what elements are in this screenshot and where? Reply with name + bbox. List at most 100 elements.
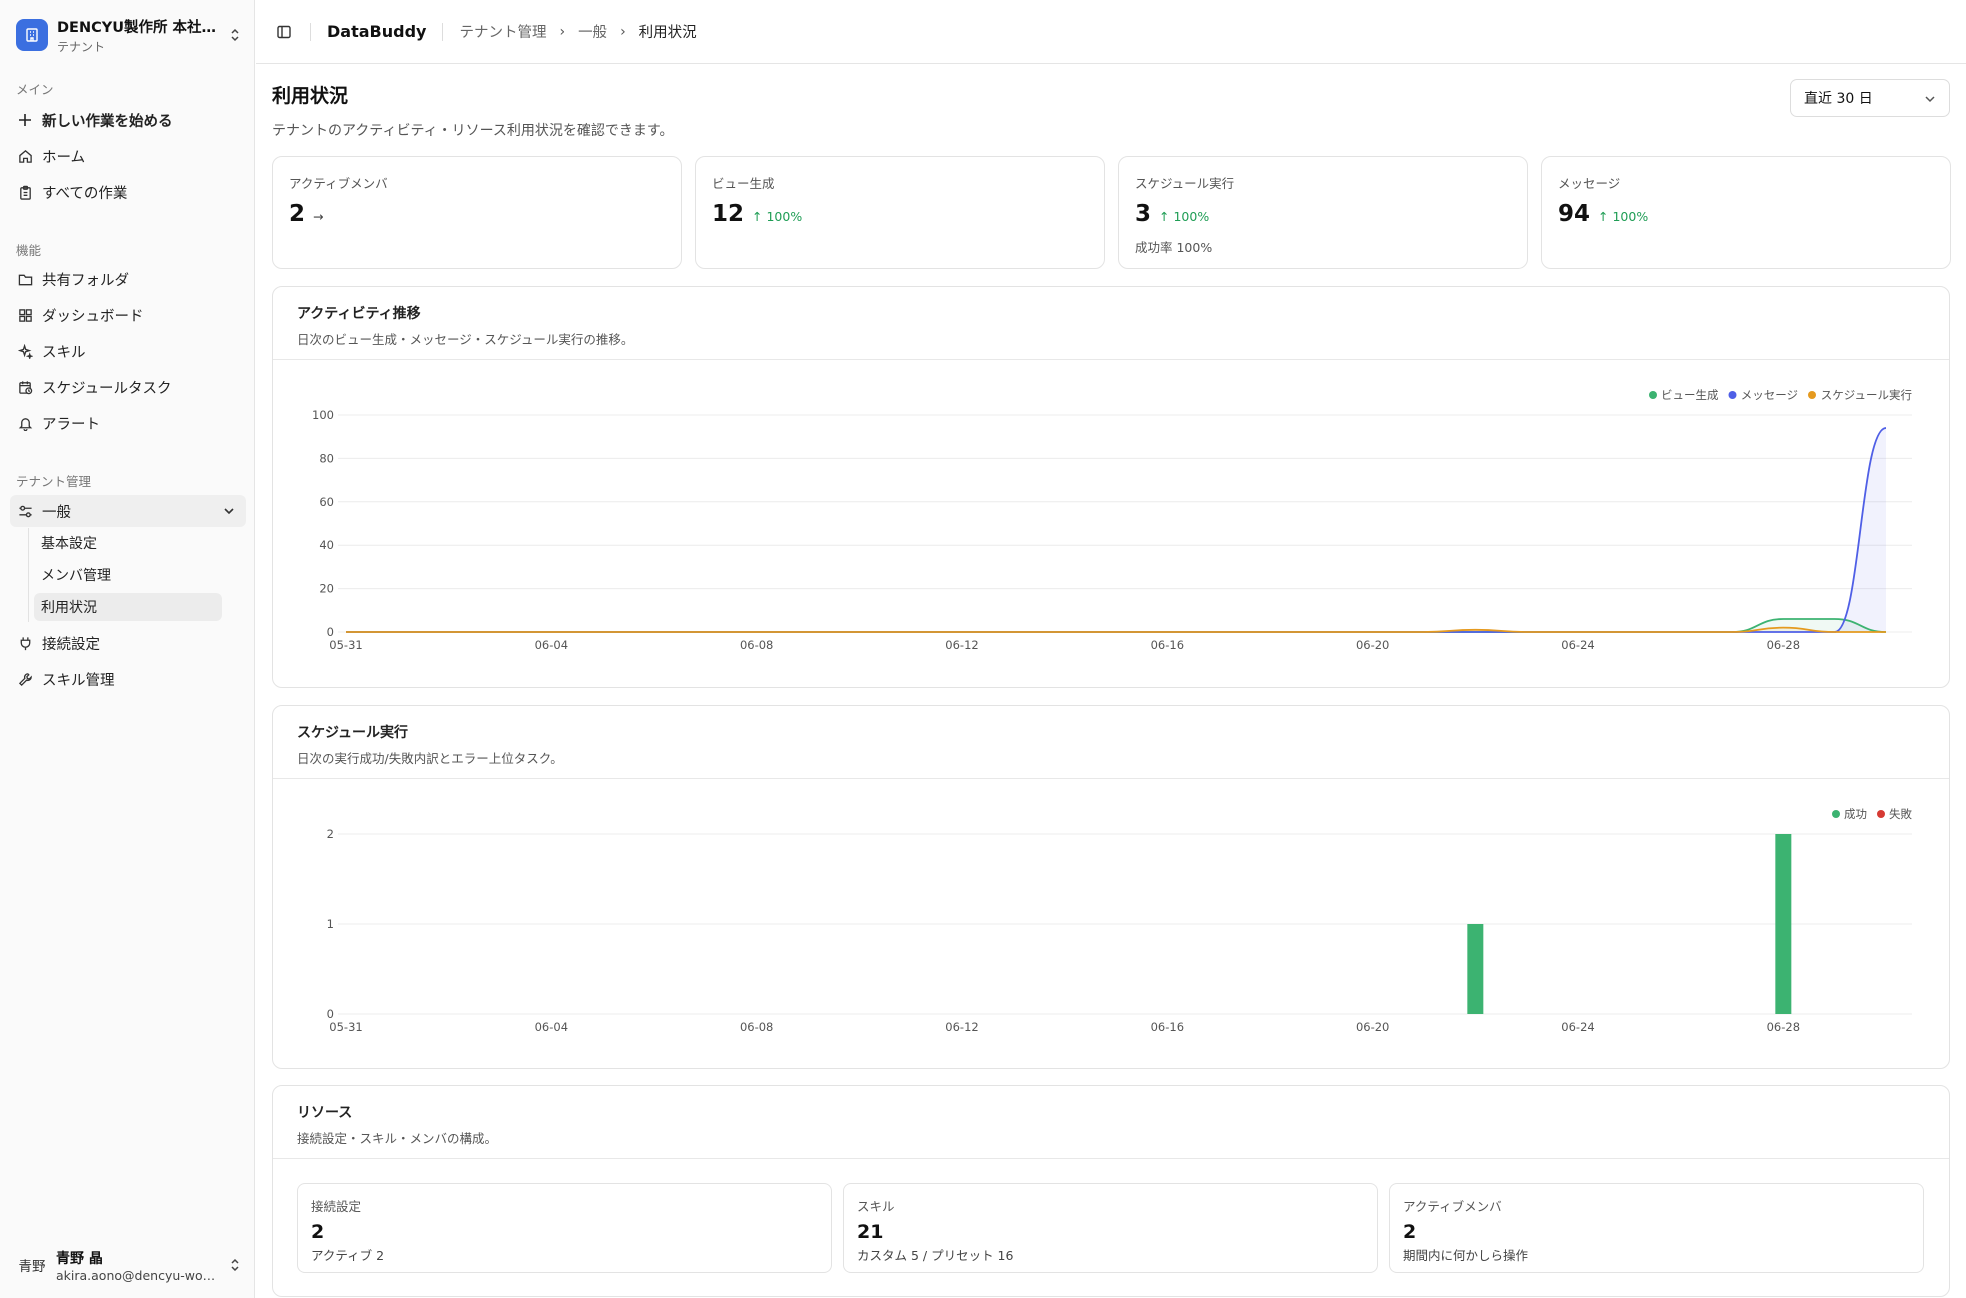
sidebar-subitem-member-mgmt[interactable]: メンバ管理	[34, 561, 222, 589]
legend-swatch	[1728, 391, 1737, 399]
stat-label: スケジュール実行	[1135, 176, 1235, 191]
legend-swatch	[1649, 391, 1657, 399]
card-description: 日次の実行成功/失敗内訳とエラー上位タスク。	[297, 751, 563, 766]
sidebar-item-dashboard[interactable]: ダッシュボード	[10, 299, 246, 331]
breadcrumb-tenant-admin[interactable]: テナント管理	[459, 21, 546, 42]
dashboard-icon	[17, 307, 33, 323]
nav-label: メンバ管理	[41, 568, 111, 584]
bell-icon	[17, 415, 33, 431]
plus-icon	[17, 112, 33, 128]
x-tick-label: 06-12	[945, 638, 978, 652]
stat-delta: →	[313, 209, 324, 224]
x-tick-label: 06-08	[740, 1020, 773, 1034]
x-tick-label: 06-16	[1151, 638, 1184, 652]
sidebar-item-general[interactable]: 一般	[10, 495, 246, 527]
nav-label: スケジュールタスク	[42, 380, 172, 397]
legend-label: 失敗	[1889, 807, 1912, 821]
y-tick-label: 1	[327, 917, 334, 931]
legend-label: 成功	[1844, 807, 1867, 821]
activity-chart: 0 20 40 60 80 100 05-31 06-04 06-08 06-12 06-16 06-…	[312, 388, 1912, 652]
sidebar-item-home[interactable]: ホーム	[10, 140, 246, 172]
x-tick-label: 05-31	[329, 638, 362, 652]
sidebar-item-skills[interactable]: スキル	[10, 335, 246, 367]
y-tick-label: 60	[319, 495, 334, 509]
building-icon	[16, 19, 48, 51]
stat-value: 3	[1135, 201, 1152, 227]
chevrons-up-down-icon	[231, 1258, 239, 1272]
resource-sub: 期間内に何かしら操作	[1403, 1248, 1529, 1263]
x-tick-label: 06-08	[740, 638, 773, 652]
sidebar-item-skill-mgmt[interactable]: スキル管理	[10, 663, 246, 695]
stat-value: 12	[712, 201, 745, 227]
app-name: DataBuddy	[327, 22, 427, 41]
sidebar-subitem-usage[interactable]: 利用状況	[34, 593, 222, 621]
resource-value: 21	[857, 1221, 884, 1243]
y-tick-label: 20	[319, 582, 334, 596]
x-tick-label: 06-28	[1767, 638, 1800, 652]
sidebar-toggle-button[interactable]	[268, 16, 300, 48]
legend-label: メッセージ	[1741, 388, 1798, 402]
nav-label: 新しい作業を始める	[42, 113, 173, 130]
x-tick-label: 06-12	[945, 1020, 978, 1034]
series-line	[346, 618, 1887, 633]
x-tick-label: 06-04	[535, 1020, 568, 1034]
legend-label: スケジュール実行	[1821, 388, 1912, 402]
tenant-type: テナント	[57, 39, 106, 54]
resource-skills: スキル 21 カスタム 5 / プリセット 16	[843, 1183, 1378, 1273]
stat-label: メッセージ	[1558, 176, 1621, 191]
chevron-down-icon	[224, 508, 234, 515]
sidebar-item-alerts[interactable]: アラート	[10, 407, 246, 439]
breadcrumb: テナント管理 › 一般 › 利用状況	[459, 21, 696, 42]
new-work-button[interactable]: 新しい作業を始める	[10, 104, 246, 136]
date-range-value: 直近 30 日	[1804, 91, 1873, 107]
page-description: テナントのアクティビティ・リソース利用状況を確認できます。	[272, 123, 674, 139]
user-menu[interactable]: 青野 青野 晶 akira.aono@dencyu-works.co.jp	[16, 1246, 242, 1284]
divider	[442, 22, 444, 41]
legend-swatch	[1832, 810, 1840, 818]
group-label-main: メイン	[16, 82, 54, 97]
group-label-tenant-admin: テナント管理	[16, 474, 92, 489]
resource-label: 接続設定	[311, 1199, 362, 1214]
sidebar-item-scheduled-tasks[interactable]: スケジュールタスク	[10, 371, 246, 403]
sidebar-subitem-basic-settings[interactable]: 基本設定	[34, 529, 222, 557]
card-title: スケジュール実行	[297, 725, 409, 741]
bar	[1775, 834, 1792, 1014]
avatar: 青野	[18, 1259, 46, 1275]
nav-label: スキル管理	[42, 672, 115, 689]
breadcrumb-usage: 利用状況	[638, 25, 697, 41]
legend-swatch	[1808, 391, 1816, 399]
tenant-switcher[interactable]: DENCYU製作所 本社工場 テナント	[16, 16, 242, 54]
sidebar-item-all-work[interactable]: すべての作業	[10, 176, 246, 208]
stat-card-view-generation: ビュー生成 12 ↑ 100%	[695, 156, 1105, 269]
y-tick-label: 100	[312, 408, 334, 422]
stat-label: ビュー生成	[712, 176, 775, 191]
stat-card-messages: メッセージ 94 ↑ 100%	[1541, 156, 1951, 269]
x-tick-label: 06-28	[1767, 1020, 1800, 1034]
y-tick-label: 0	[327, 625, 334, 639]
breadcrumb-general[interactable]: 一般	[578, 21, 607, 42]
stat-value: 94	[1558, 201, 1591, 227]
calendar-clock-icon	[17, 379, 33, 395]
settings-sliders-icon	[17, 503, 33, 519]
card-description: 接続設定・スキル・メンバの構成。	[297, 1131, 498, 1146]
nav-label: ダッシュボード	[42, 308, 144, 325]
stat-value: 2	[289, 201, 306, 227]
stat-delta: ↑ 100%	[752, 209, 803, 224]
date-range-select[interactable]: 直近 30 日	[1790, 79, 1950, 117]
resource-value: 2	[311, 1221, 325, 1243]
main-content: 利用状況 テナントのアクティビティ・リソース利用状況を確認できます。 直近 30…	[256, 65, 1966, 1298]
resource-label: スキル	[857, 1199, 895, 1214]
schedule-chart-card: スケジュール実行 日次の実行成功/失敗内訳とエラー上位タスク。 0 1 2 05-31…	[272, 705, 1950, 1069]
nav-label: 接続設定	[42, 636, 100, 653]
sidebar-item-shared-folder[interactable]: 共有フォルダ	[10, 263, 246, 295]
nav-label: 一般	[42, 504, 71, 521]
y-tick-label: 0	[327, 1007, 334, 1021]
x-tick-label: 05-31	[329, 1020, 362, 1034]
nav-label: アラート	[42, 416, 100, 433]
sidebar-item-connections[interactable]: 接続設定	[10, 627, 246, 659]
card-description: 日次のビュー生成・メッセージ・スケジュール実行の推移。	[297, 332, 634, 347]
stat-card-active-members: アクティブメンバ 2 →	[272, 156, 682, 269]
chevrons-up-down-icon	[231, 28, 239, 42]
folder-icon	[17, 271, 33, 287]
stat-extra: 成功率 100%	[1135, 240, 1213, 255]
